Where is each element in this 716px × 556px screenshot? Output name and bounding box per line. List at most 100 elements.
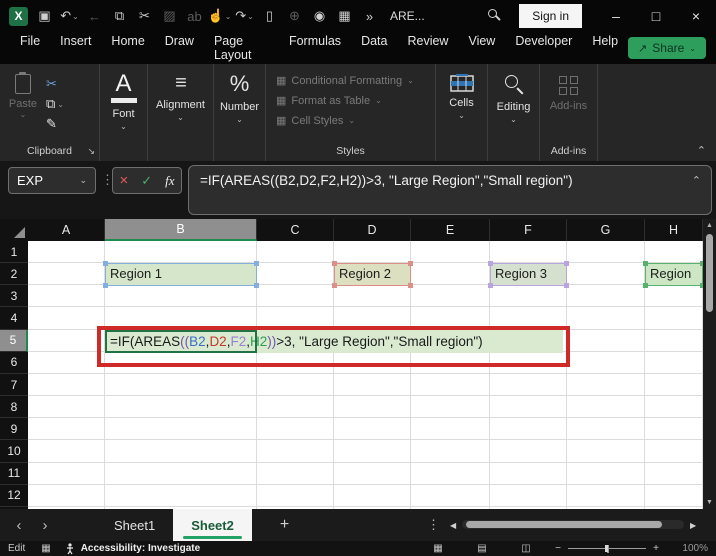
- tab-insert[interactable]: Insert: [50, 28, 101, 68]
- cell-H2[interactable]: Region: [645, 263, 703, 286]
- row-header-5[interactable]: 5: [0, 330, 28, 352]
- alignment-group[interactable]: ≡ Alignment ⌄: [148, 64, 214, 161]
- vertical-scrollbar[interactable]: ▲ ▼: [703, 219, 716, 509]
- selection-handle: [408, 283, 413, 288]
- macro-record-icon[interactable]: ▦: [41, 543, 50, 554]
- share-button[interactable]: ↗ Share ⌄: [628, 37, 706, 59]
- row-header-12[interactable]: 12: [0, 485, 28, 507]
- row-header-10[interactable]: 10: [0, 440, 28, 462]
- row-header-4[interactable]: 4: [0, 307, 28, 329]
- select-all-corner[interactable]: [0, 219, 28, 241]
- insert-function-icon[interactable]: fx: [165, 173, 174, 189]
- column-header-C[interactable]: C: [257, 219, 334, 241]
- page-break-view-icon[interactable]: ◫: [504, 543, 548, 554]
- tab-review[interactable]: Review: [397, 28, 458, 68]
- page-layout-view-icon[interactable]: ▤: [460, 543, 504, 554]
- save-icon[interactable]: ▣: [32, 2, 57, 30]
- maximize-button[interactable]: □: [636, 0, 676, 32]
- normal-view-icon[interactable]: ▦: [416, 543, 460, 554]
- column-header-B[interactable]: B: [105, 219, 257, 241]
- quick-access-toolbar: ▣↶⌄←⧉✂▨ab☝⌄↷⌄▯⊕◉▦»: [32, 2, 382, 30]
- sheet-tab-sheet2[interactable]: Sheet2: [173, 509, 252, 541]
- table-lookup-icon[interactable]: ▦: [332, 2, 357, 30]
- vertical-scroll-thumb[interactable]: [706, 234, 713, 312]
- column-header-D[interactable]: D: [334, 219, 411, 241]
- column-header-A[interactable]: A: [28, 219, 105, 241]
- new-sheet-button[interactable]: +: [280, 516, 289, 534]
- sign-in-button[interactable]: Sign in: [519, 4, 582, 28]
- zoom-level[interactable]: 100%: [666, 543, 708, 554]
- column-header-F[interactable]: F: [490, 219, 567, 241]
- cell-F2[interactable]: Region 3: [490, 263, 567, 286]
- search-icon[interactable]: [485, 6, 505, 26]
- copy-button[interactable]: ⧉ ⌄: [46, 96, 64, 112]
- row-header-9[interactable]: 9: [0, 418, 28, 440]
- cells-group[interactable]: Cells ⌄: [436, 64, 488, 161]
- cut-button[interactable]: ✂: [46, 76, 57, 92]
- zoom-out-icon[interactable]: −: [548, 543, 568, 554]
- tab-home[interactable]: Home: [101, 28, 154, 68]
- row-headers: 123456789101112: [0, 241, 28, 509]
- tab-view[interactable]: View: [458, 28, 505, 68]
- format-painter-button[interactable]: ✎: [46, 116, 57, 132]
- row-header-7[interactable]: 7: [0, 374, 28, 396]
- prev-sheet-icon[interactable]: ‹: [6, 517, 32, 534]
- tab-file[interactable]: File: [10, 28, 50, 68]
- sheet-tab-sheet1[interactable]: Sheet1: [96, 509, 173, 541]
- hscroll-right-icon[interactable]: ▶: [690, 521, 696, 530]
- sheet-options-icon[interactable]: ⋮: [427, 517, 440, 533]
- close-button[interactable]: ×: [676, 0, 716, 32]
- column-header-E[interactable]: E: [411, 219, 490, 241]
- scroll-down-icon[interactable]: ▼: [703, 499, 716, 506]
- tab-formulas[interactable]: Formulas: [279, 28, 351, 68]
- name-box[interactable]: EXP ⌄: [8, 167, 96, 194]
- accessibility-status[interactable]: Accessibility: Investigate: [81, 543, 201, 554]
- redo-icon[interactable]: ↷⌄: [232, 2, 257, 30]
- row-header-1[interactable]: 1: [0, 241, 28, 263]
- cut-icon[interactable]: ✂: [132, 2, 157, 30]
- clipboard-dialog-launcher-icon[interactable]: ↘: [87, 146, 95, 157]
- zoom-in-icon[interactable]: +: [646, 543, 666, 554]
- touch-mode-icon[interactable]: ☝⌄: [207, 2, 232, 30]
- row-header-2[interactable]: 2: [0, 263, 28, 285]
- conditional-formatting-button: ▦ Conditional Formatting⌄: [276, 74, 435, 87]
- row-header-6[interactable]: 6: [0, 352, 28, 374]
- chevron-down-icon: ⌄: [458, 111, 465, 120]
- column-header-H[interactable]: H: [645, 219, 703, 241]
- font-group[interactable]: A Font ⌄: [100, 64, 148, 161]
- cell-D2[interactable]: Region 2: [334, 263, 411, 286]
- excel-logo-icon[interactable]: X: [9, 7, 28, 26]
- format-as-table-icon: ▦: [276, 94, 286, 107]
- horizontal-scrollbar[interactable]: [462, 520, 684, 529]
- row-header-3[interactable]: 3: [0, 285, 28, 307]
- undo-icon[interactable]: ↶⌄: [57, 2, 82, 30]
- formula-input[interactable]: =IF(AREAS((B2,D2,F2,H2))>3, "Large Regio…: [188, 165, 712, 215]
- new-file-icon[interactable]: ▯: [257, 2, 282, 30]
- paste-icon: [15, 74, 31, 94]
- row-header-11[interactable]: 11: [0, 463, 28, 485]
- tab-help[interactable]: Help: [582, 28, 628, 68]
- row-header-8[interactable]: 8: [0, 396, 28, 418]
- cell-B2[interactable]: Region 1: [105, 263, 257, 286]
- editing-group[interactable]: Editing ⌄: [488, 64, 540, 161]
- collapse-ribbon-icon[interactable]: ⌃: [697, 144, 706, 157]
- zoom-slider[interactable]: [568, 548, 646, 550]
- collapse-formula-bar-icon[interactable]: ⌃: [692, 174, 701, 187]
- overflow-icon[interactable]: »: [357, 2, 382, 30]
- sheet-tab-bar: ‹ › Sheet1Sheet2 + ⋮ ◀ ▶: [0, 509, 716, 541]
- hscroll-left-icon[interactable]: ◀: [450, 521, 456, 530]
- enter-icon[interactable]: ✓: [141, 173, 152, 189]
- copy-icon[interactable]: ⧉: [107, 2, 132, 30]
- camera-icon[interactable]: ◉: [307, 2, 332, 30]
- cancel-icon[interactable]: ×: [119, 172, 128, 189]
- scroll-up-icon[interactable]: ▲: [703, 222, 716, 229]
- tab-page-layout[interactable]: Page Layout: [204, 28, 279, 68]
- tab-draw[interactable]: Draw: [155, 28, 204, 68]
- next-sheet-icon[interactable]: ›: [32, 517, 58, 534]
- number-group[interactable]: % Number ⌄: [214, 64, 266, 161]
- column-header-G[interactable]: G: [567, 219, 645, 241]
- tab-data[interactable]: Data: [351, 28, 397, 68]
- horizontal-scroll-thumb[interactable]: [466, 521, 662, 528]
- chevron-down-icon: ⌄: [689, 44, 696, 53]
- tab-developer[interactable]: Developer: [505, 28, 582, 68]
